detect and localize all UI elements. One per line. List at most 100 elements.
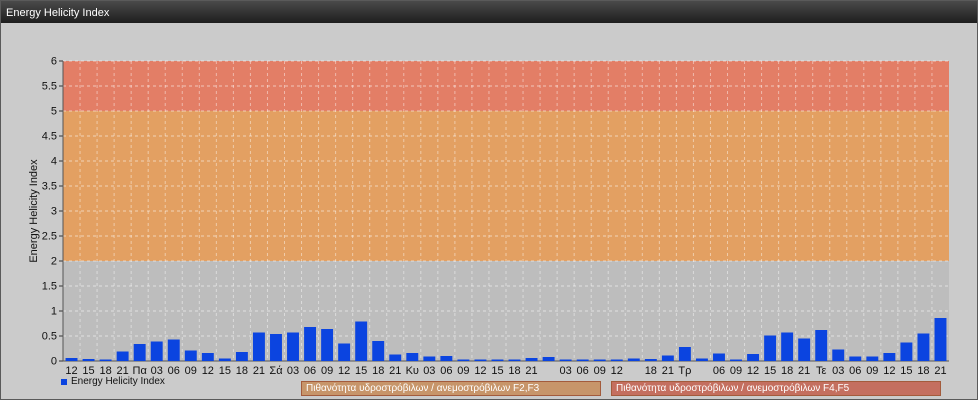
x-tick-label: 06 — [168, 365, 180, 377]
y-tick-label: 2 — [51, 256, 57, 268]
x-tick-label: 06 — [440, 365, 452, 377]
bar — [610, 359, 623, 361]
y-tick-label: 6 — [51, 56, 57, 68]
y-tick-label: 1 — [51, 306, 57, 318]
bar — [457, 359, 470, 361]
bar — [542, 357, 555, 361]
bar — [713, 353, 725, 361]
x-tick-label: 09 — [457, 365, 469, 377]
bar — [815, 330, 828, 361]
bar — [184, 350, 197, 361]
x-tick-label: Κυ — [406, 365, 419, 377]
x-tick-label: 09 — [866, 365, 878, 377]
x-tick-label: 03 — [832, 365, 844, 377]
y-tick-label: 0.5 — [42, 331, 57, 343]
bar — [389, 354, 402, 361]
y-tick-label: 3 — [51, 206, 57, 218]
x-tick-label: 18 — [781, 365, 793, 377]
x-tick-label: 15 — [355, 365, 367, 377]
x-tick-label: 06 — [713, 365, 725, 377]
bar — [65, 358, 78, 361]
x-tick-label: 09 — [321, 365, 333, 377]
bar — [508, 359, 521, 361]
y-tick-label: 4 — [51, 156, 57, 168]
series-legend-label: Energy Helicity Index — [71, 376, 165, 387]
x-tick-label: Τρ — [678, 365, 691, 377]
bar — [150, 341, 163, 361]
bar — [133, 344, 146, 361]
x-tick-label: 15 — [219, 365, 231, 377]
x-tick-label: 12 — [747, 365, 759, 377]
bar — [304, 327, 317, 361]
y-tick-label: 3.5 — [42, 181, 57, 193]
bar — [849, 356, 862, 361]
bar — [321, 329, 334, 361]
bar — [116, 351, 129, 361]
x-tick-label: 06 — [577, 365, 589, 377]
y-tick-label: 5.5 — [42, 81, 57, 93]
bar — [491, 359, 504, 361]
x-tick-label: 12 — [883, 365, 895, 377]
x-tick-label: 18 — [236, 365, 248, 377]
x-tick-label: 12 — [474, 365, 486, 377]
bar — [593, 359, 606, 361]
bar — [201, 353, 214, 361]
x-tick-label: 21 — [389, 365, 401, 377]
y-tick-label: 5 — [51, 106, 57, 118]
bar — [900, 342, 913, 361]
bar — [406, 353, 419, 361]
chart-window: Energy Helicity Index 0 0.5 1 1.5 2 2.5 3 3.5 4 4… — [0, 0, 978, 400]
x-tick-label: 18 — [372, 365, 384, 377]
bar — [747, 354, 760, 361]
x-tick-label: 12 — [338, 365, 350, 377]
bar — [218, 358, 231, 361]
x-tick-label: 21 — [798, 365, 810, 377]
bar — [82, 359, 95, 361]
x-tick-label: 09 — [185, 365, 197, 377]
bar — [883, 353, 896, 361]
y-tick-label: 1.5 — [42, 281, 57, 293]
bar — [99, 359, 112, 361]
band-legend-f4-f5: Πιθανότητα υδροστρόβιλων / ανεμοστρόβιλω… — [611, 381, 941, 396]
bar — [798, 338, 811, 361]
band-legend-f2-f3: Πιθανότητα υδροστρόβιλων / ανεμοστρόβιλω… — [301, 381, 601, 396]
window-title: Energy Helicity Index — [1, 1, 977, 23]
bar — [627, 358, 640, 361]
x-tick-label: Τε — [816, 365, 827, 377]
bar — [423, 356, 436, 361]
bar — [338, 343, 351, 361]
x-tick-label: 15 — [491, 365, 503, 377]
bar — [644, 359, 657, 361]
bar — [474, 359, 487, 361]
bar — [730, 359, 742, 361]
x-tick-label: 18 — [917, 365, 929, 377]
bar — [355, 321, 368, 361]
bar — [917, 333, 930, 361]
x-tick-label: 03 — [560, 365, 572, 377]
ehi-bar-chart: 00.511.522.533.544.555.5612 15 18 21 Πα 03 06 0… — [28, 56, 949, 377]
bar — [576, 359, 589, 361]
x-tick-label: 06 — [304, 365, 316, 377]
x-tick-label: 15 — [764, 365, 776, 377]
x-tick-label: 18 — [508, 365, 520, 377]
x-tick-label: 03 — [423, 365, 435, 377]
y-axis-label: Energy Helicity Index — [28, 159, 40, 263]
bar — [559, 359, 572, 361]
bar — [525, 358, 538, 361]
bar — [695, 358, 708, 361]
x-tick-label: 15 — [900, 365, 912, 377]
x-tick-label: 12 — [611, 365, 623, 377]
bar — [372, 341, 385, 361]
bar — [440, 356, 453, 361]
x-tick-label: 09 — [594, 365, 606, 377]
bar — [235, 352, 248, 361]
x-tick-label: 18 — [645, 365, 657, 377]
x-tick-label: 21 — [934, 365, 946, 377]
series-legend[interactable]: Energy Helicity Index — [61, 376, 165, 387]
x-tick-label: 21 — [662, 365, 674, 377]
bar — [252, 332, 265, 361]
bar — [287, 332, 299, 361]
bar — [934, 318, 947, 361]
y-tick-label: 4.5 — [42, 131, 57, 143]
x-tick-label: 06 — [849, 365, 861, 377]
